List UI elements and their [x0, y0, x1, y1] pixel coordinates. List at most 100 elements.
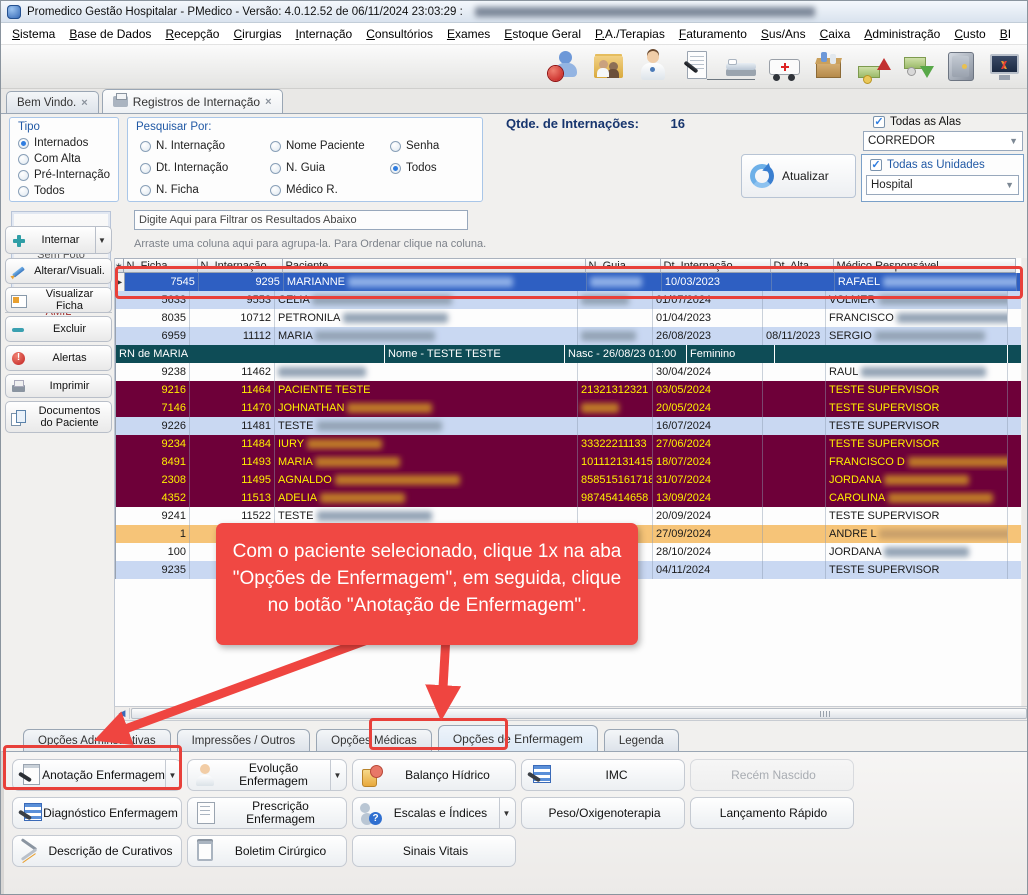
grid-horizontal-scrollbar[interactable]: ◀: [114, 706, 1028, 721]
menu-item-sus-ans[interactable]: Sus/Ans: [754, 24, 813, 44]
sidebar-button-excluir[interactable]: Excluir: [5, 316, 112, 342]
payments-down-icon[interactable]: [899, 49, 935, 85]
menu-item-estoque-geral[interactable]: Estoque Geral: [497, 24, 588, 44]
patient-folder-icon[interactable]: [591, 49, 627, 85]
ambulance-icon[interactable]: [767, 49, 803, 85]
tab-bem-vindo-[interactable]: Bem Vindo.×: [6, 91, 99, 113]
refresh-button[interactable]: Atualizar: [741, 154, 856, 198]
action-button-evolu-o-enfermagem[interactable]: Evolução Enfermagem▼: [187, 759, 347, 791]
radio-tipo-todos[interactable]: Todos: [10, 183, 118, 199]
column-header-m-dico-respons-vel[interactable]: Médico Responsável: [834, 258, 1016, 273]
sidebar-button-visualizar-ficha[interactable]: Visualizar Ficha: [5, 287, 112, 313]
tab-registros-de-interna-o[interactable]: Registros de Internação×: [102, 89, 283, 113]
menu-item-interna-o[interactable]: Internação: [289, 24, 360, 44]
stock-icon[interactable]: [811, 49, 847, 85]
radio-pesquisar-nome-paciente[interactable]: Nome Paciente: [262, 135, 382, 157]
action-button-lan-amento-r-pido[interactable]: Lançamento Rápido: [690, 797, 854, 829]
radio-tipo-internados[interactable]: Internados: [10, 135, 118, 151]
action-button-escalas-e-ndices[interactable]: Escalas e Índices▼: [352, 797, 516, 829]
safe-icon[interactable]: [943, 49, 979, 85]
radio-tipo-pr-interna-o[interactable]: Pré-Internação: [10, 167, 118, 183]
bottom-tab-op-es-de-enfermagem[interactable]: Opções de Enfermagem: [438, 725, 598, 751]
menu-item-custo[interactable]: Custo: [947, 24, 992, 44]
column-header-n-ficha[interactable]: N. Ficha: [124, 258, 198, 273]
scrollbar-thumb[interactable]: [131, 708, 1027, 719]
sidebar-button-imprimir[interactable]: Imprimir: [5, 374, 112, 398]
grid-row[interactable]: 92381146230/04/2024RAUL: [115, 363, 1021, 381]
menu-item-faturamento[interactable]: Faturamento: [672, 24, 754, 44]
action-button-anota-o-enfermagem[interactable]: Anotação Enfermagem▼: [12, 759, 182, 791]
unit-select[interactable]: Hospital ▼: [866, 175, 1019, 195]
sidebar-button-documentos-do-paciente[interactable]: Documentos do Paciente: [5, 401, 112, 433]
radio-pesquisar-n-interna-o[interactable]: N. Internação: [132, 135, 262, 157]
column-header-n-interna-o[interactable]: N. Internação: [198, 258, 283, 273]
grid-row[interactable]: 921611464PACIENTE TESTE 2132131232103/05…: [115, 381, 1021, 399]
action-button-boletim-cir-rgico[interactable]: Boletim Cirúrgico: [187, 835, 347, 867]
action-button-peso-oxigenoterapia[interactable]: Peso/Oxigenoterapia: [521, 797, 685, 829]
grid-subrow-newborn[interactable]: RN de MARIA Nome - TESTE TESTE Nasc - 26…: [115, 345, 1021, 363]
column-header-n-guia[interactable]: N. Guia: [586, 258, 661, 273]
column-header-dt-interna-o[interactable]: Dt. Internação: [661, 258, 771, 273]
bottom-tab-op-es-m-dicas[interactable]: Opções Médicas: [316, 729, 432, 751]
menu-item-p-a-terapias[interactable]: P.A./Terapias: [588, 24, 672, 44]
menu-item-bi[interactable]: BI: [993, 24, 1018, 44]
ward-select[interactable]: CORREDOR ▼: [863, 131, 1023, 151]
radio-pesquisar-n-ficha[interactable]: N. Ficha: [132, 179, 262, 201]
radio-pesquisar-senha[interactable]: Senha: [382, 135, 468, 157]
action-button-prescri-o-enfermagem[interactable]: Prescrição Enfermagem: [187, 797, 347, 829]
dropdown-arrow-icon[interactable]: ▼: [165, 760, 179, 790]
radio-pesquisar-dt-interna-o[interactable]: Dt. Internação: [132, 157, 262, 179]
bottom-tab-op-es-adminstrativas[interactable]: Opções Adminstrativas: [23, 729, 171, 751]
all-units-checkbox[interactable]: ✓ Todas as Unidades: [862, 155, 1023, 171]
menu-item-exames[interactable]: Exames: [440, 24, 497, 44]
bottom-tab-legenda[interactable]: Legenda: [604, 729, 679, 751]
bottom-tab-impress-es-outros[interactable]: Impressões / Outros: [177, 729, 311, 751]
grid-row[interactable]: 230811495AGNALDO 85851516171831/07/2024J…: [115, 471, 1021, 489]
grid-row[interactable]: 435211513ADELIA 9874541465813/09/2024CAR…: [115, 489, 1021, 507]
column-header-dt-alta[interactable]: Dt. Alta: [771, 258, 834, 273]
sidebar-button-alertas[interactable]: Alertas: [5, 345, 112, 371]
hospital-bed-icon[interactable]: [723, 49, 759, 85]
menu-item-base-de-dados[interactable]: Base de Dados: [62, 24, 158, 44]
action-button-balan-o-h-drico[interactable]: Balanço Hídrico: [352, 759, 516, 791]
grid-row[interactable]: 922611481TESTE 16/07/2024TESTE SUPERVISO…: [115, 417, 1021, 435]
grid-row[interactable]: 56339553CELIA 01/07/2024VOLMER: [115, 291, 1021, 309]
close-icon[interactable]: ×: [81, 97, 87, 109]
dropdown-arrow-icon[interactable]: ▼: [95, 227, 108, 253]
dropdown-arrow-icon[interactable]: ▼: [499, 798, 513, 828]
scroll-left-icon[interactable]: ◀: [115, 708, 130, 719]
bi-chart-icon[interactable]: [987, 49, 1023, 85]
action-button-sinais-vitais[interactable]: Sinais Vitais: [352, 835, 516, 867]
action-button-imc[interactable]: IMC: [521, 759, 685, 791]
doctor-icon[interactable]: [635, 49, 671, 85]
grid-row[interactable]: 923411484IURY 3332221113327/06/2024TESTE…: [115, 435, 1021, 453]
menu-item-cirurgias[interactable]: Cirurgias: [226, 24, 288, 44]
sidebar-button-alterar-visuali-[interactable]: Alterar/Visuali.: [5, 258, 112, 284]
menu-item-administra-o[interactable]: Administração: [857, 24, 947, 44]
contract-icon[interactable]: [679, 49, 715, 85]
grid-row[interactable]: 803510712PETRONILA 01/04/2023FRANCISCO: [115, 309, 1021, 327]
column-header-paciente[interactable]: Paciente: [283, 258, 586, 273]
dropdown-arrow-icon[interactable]: ▼: [330, 760, 344, 790]
menu-item-consult-rios[interactable]: Consultórios: [359, 24, 440, 44]
results-filter-input[interactable]: [134, 210, 468, 230]
action-button-diagn-stico-enfermagem[interactable]: Diagnóstico Enfermagem: [12, 797, 182, 829]
grid-row[interactable]: 714611470JOHNATHAN 20/05/2024TESTE SUPER…: [115, 399, 1021, 417]
all-wards-checkbox[interactable]: ✓ Todas as Alas: [873, 116, 961, 128]
menu-item-caixa[interactable]: Caixa: [813, 24, 858, 44]
menu-item-recep-o[interactable]: Recepção: [158, 24, 226, 44]
menu-item-sistema[interactable]: Sistema: [5, 24, 62, 44]
grid-row[interactable]: ►75459295MARIANNE 10/03/2023RAFAEL: [115, 273, 1021, 291]
grid-row[interactable]: 695911112MARIA 26/08/202308/11/2023SERGI…: [115, 327, 1021, 345]
patients-sync-icon[interactable]: [547, 49, 583, 85]
radio-pesquisar-n-guia[interactable]: N. Guia: [262, 157, 382, 179]
grid-vertical-scrollbar[interactable]: [1022, 258, 1028, 706]
billing-up-icon[interactable]: [855, 49, 891, 85]
action-button-descri-o-de-curativos[interactable]: Descrição de Curativos: [12, 835, 182, 867]
close-icon[interactable]: ×: [265, 96, 271, 108]
radio-pesquisar-m-dico-r-[interactable]: Médico R.: [262, 179, 382, 201]
radio-tipo-com-alta[interactable]: Com Alta: [10, 151, 118, 167]
radio-pesquisar-todos[interactable]: Todos: [382, 157, 468, 179]
grid-row[interactable]: 849111493MARIA 10111213141518/07/2024FRA…: [115, 453, 1021, 471]
sidebar-button-internar[interactable]: Internar▼: [5, 226, 112, 254]
